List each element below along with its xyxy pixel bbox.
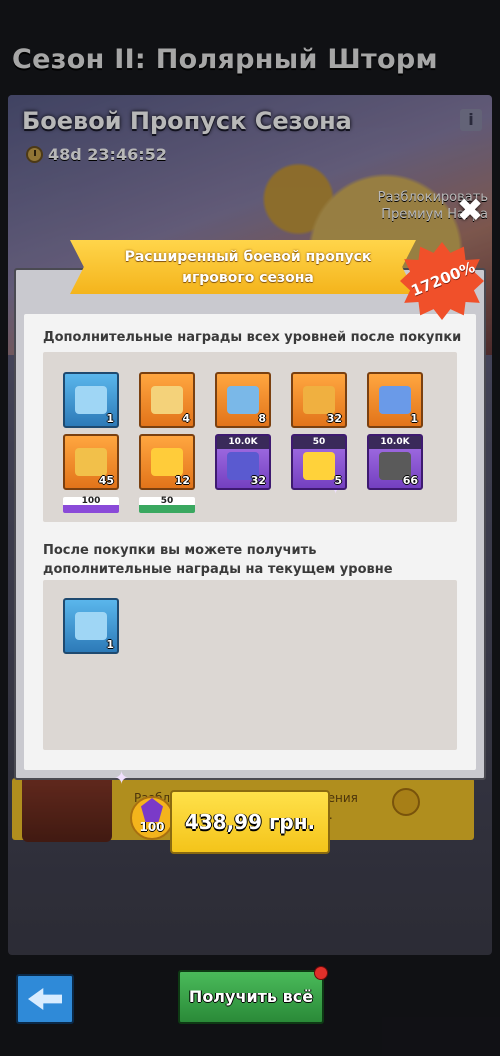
blue-chest-icon	[75, 386, 107, 414]
claim-all-button[interactable]: Получить всё	[178, 970, 324, 1024]
sparkle-icon: ✦	[114, 768, 130, 789]
reward-top-label: 50	[293, 436, 345, 449]
reward-tag: 50	[139, 497, 195, 513]
buy-button[interactable]: 438,99 грн.	[170, 790, 330, 854]
reward-top-label: 10.0K	[217, 436, 269, 449]
modal-title: Расширенный боевой пропуск игрового сезо…	[124, 249, 372, 286]
reward-tile[interactable]: 10.0K 66	[367, 434, 423, 490]
notification-dot	[314, 966, 328, 980]
reward-count: 4	[182, 412, 190, 425]
gem-count: 100	[139, 820, 165, 834]
reward-count: 32	[250, 474, 266, 487]
blue-chest-icon	[75, 612, 107, 640]
gold-ticket-icon	[75, 448, 107, 476]
section-current-rewards-label: После покупки вы можете получить дополни…	[43, 543, 393, 577]
reward-tile[interactable]: 4	[139, 372, 195, 428]
reward-tile[interactable]: 1	[63, 598, 119, 654]
reward-count: 8	[258, 412, 266, 425]
reward-count: 12	[174, 474, 190, 487]
reward-tile[interactable]: 12	[139, 434, 195, 490]
emoji-card-icon	[379, 386, 411, 414]
reward-count: 1	[106, 638, 114, 651]
reward-tile[interactable]: 10.0K 32	[215, 434, 271, 490]
reward-top-label: 10.0K	[369, 436, 421, 449]
puzzle-piece-icon	[151, 448, 183, 476]
lightning-icon	[303, 452, 335, 480]
golden-chest-icon	[151, 386, 183, 414]
reward-tile[interactable]: 8	[215, 372, 271, 428]
reward-count: 1	[410, 412, 418, 425]
reward-count: 1	[106, 412, 114, 425]
reward-tile[interactable]: 32	[291, 372, 347, 428]
reward-count: 5	[334, 474, 342, 487]
close-icon[interactable]: ✖	[456, 194, 484, 226]
reward-count: 32	[326, 412, 342, 425]
blue-chest-gold-icon	[227, 386, 259, 414]
reward-tile[interactable]: 50 5	[291, 434, 347, 490]
reward-count: 66	[402, 474, 418, 487]
reward-tile[interactable]: 1	[367, 372, 423, 428]
section-all-rewards-label: Дополнительные награды всех уровней посл…	[43, 330, 462, 345]
gold-badge-icon	[303, 386, 335, 414]
reward-tile[interactable]: 1	[63, 372, 119, 428]
reward-tile[interactable]: 45	[63, 434, 119, 490]
reward-tag: 100	[63, 497, 119, 513]
reward-count: 45	[98, 474, 114, 487]
